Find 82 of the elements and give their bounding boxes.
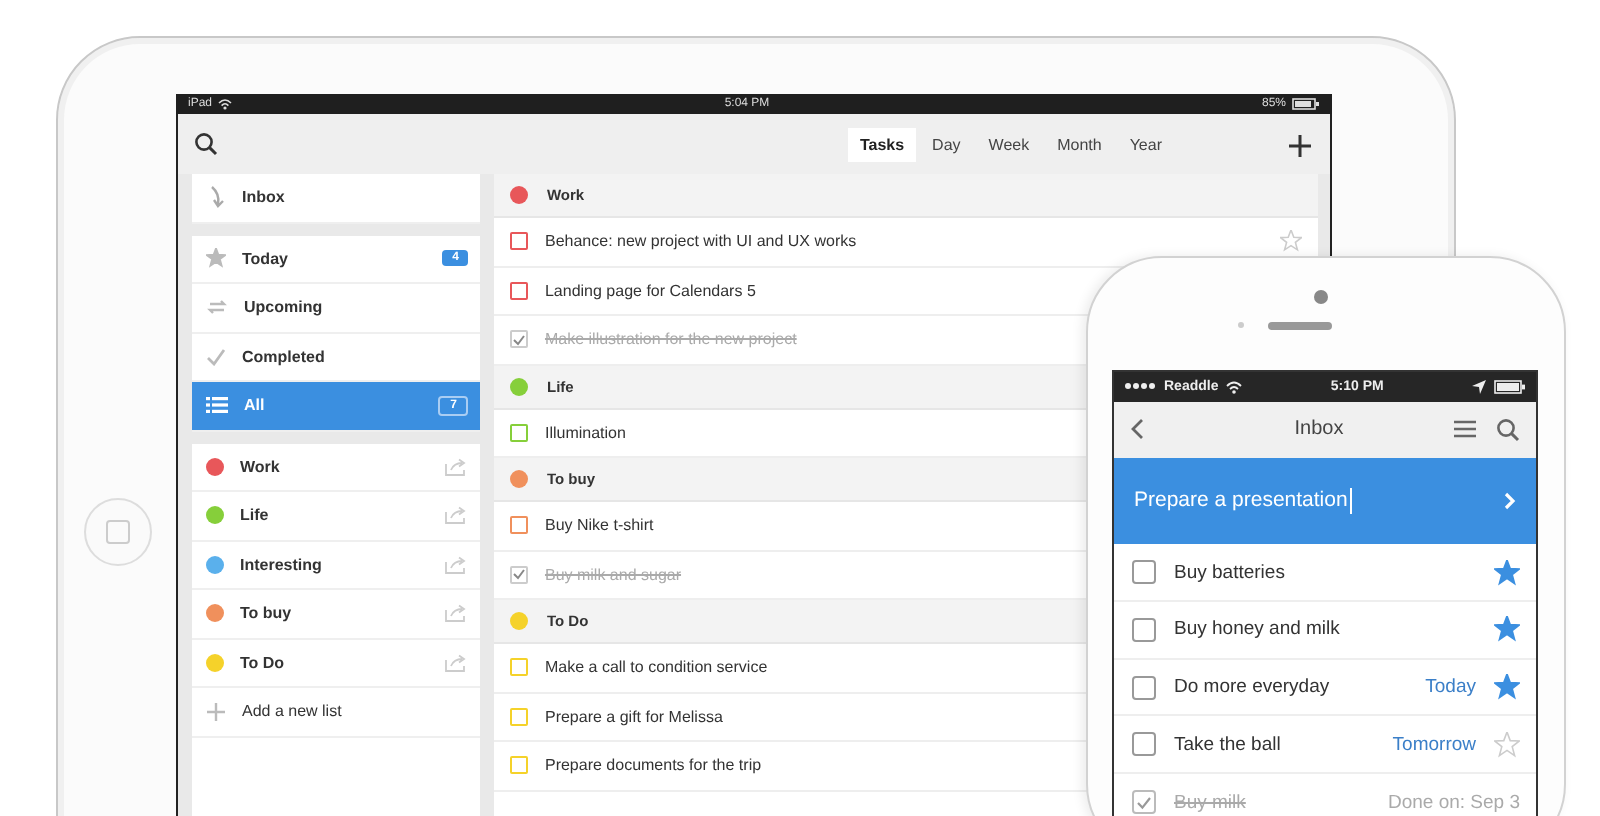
back-icon[interactable] (1130, 418, 1144, 441)
checkbox[interactable] (1132, 732, 1156, 757)
tick-icon (512, 568, 527, 581)
view-tab[interactable]: Year (1117, 127, 1174, 161)
share-icon[interactable] (444, 604, 469, 623)
task-text: Landing page for Calendars 5 (544, 281, 756, 300)
sensor-dot (1238, 322, 1244, 328)
list-name: Life (240, 506, 271, 525)
star-icon[interactable] (1494, 674, 1520, 701)
checkbox[interactable] (1132, 675, 1156, 700)
list-item[interactable]: Interesting (192, 541, 481, 590)
task-text: Illumination (544, 423, 626, 442)
add-icon[interactable] (1288, 134, 1312, 158)
checkbox[interactable] (510, 423, 529, 442)
view-tab[interactable]: Week (976, 127, 1042, 161)
task-text: Take the ball (1174, 733, 1283, 756)
list-icon (206, 396, 228, 415)
list-item[interactable]: Work (192, 443, 481, 492)
search-icon[interactable] (194, 132, 218, 156)
list-name: To Do (240, 653, 287, 672)
checkbox[interactable] (510, 330, 529, 349)
sidebar-item[interactable]: Inbox (192, 174, 481, 223)
share-icon[interactable] (444, 506, 469, 525)
list-name: To buy (240, 604, 294, 623)
battery-icon (1292, 98, 1320, 110)
checkbox[interactable] (510, 516, 529, 535)
tick-icon (512, 333, 527, 346)
task-text: Prepare documents for the trip (544, 756, 762, 775)
star-icon (206, 248, 226, 269)
wifi-icon (1226, 379, 1243, 394)
search-icon[interactable] (1496, 417, 1520, 442)
view-tab[interactable]: Month (1045, 127, 1114, 161)
task-text: Buy Nike t-shirt (544, 516, 654, 535)
completion-date: Done on: Sep 3 (1387, 791, 1520, 814)
share-icon[interactable] (444, 457, 469, 476)
task-text: Buy honey and milk (1174, 618, 1342, 641)
checkbox[interactable] (510, 281, 529, 300)
task-text: Prepare a gift for Melissa (544, 707, 723, 726)
speaker-slot (1268, 322, 1332, 330)
location-icon (1472, 379, 1486, 394)
list-item[interactable]: Life (192, 492, 481, 541)
due-date: Tomorrow (1392, 733, 1476, 756)
checkbox[interactable] (510, 232, 529, 251)
list-item[interactable]: To Do (192, 639, 481, 688)
task-text: Buy batteries (1174, 561, 1287, 584)
task-text: Make illustration for the new project (544, 330, 797, 349)
battery-icon (1494, 379, 1526, 394)
inbox-arrow-icon (206, 186, 226, 209)
share-icon[interactable] (444, 555, 469, 574)
tick-icon (1136, 795, 1152, 810)
menu-icon[interactable] (1454, 420, 1476, 439)
checkbox[interactable] (510, 565, 529, 584)
task-text: Buy milk and sugar (544, 565, 682, 584)
view-tab[interactable]: Day (920, 127, 973, 161)
signal-icon (1124, 382, 1156, 391)
star-icon[interactable] (1494, 731, 1520, 758)
star-icon[interactable] (1280, 230, 1302, 253)
view-tab[interactable]: Tasks (847, 127, 917, 161)
add-list-button[interactable]: Add a new list (192, 688, 481, 737)
home-button[interactable] (84, 498, 152, 566)
plus-icon (206, 701, 226, 722)
star-icon[interactable] (1494, 616, 1520, 643)
checkmark-icon (206, 347, 226, 366)
repeat-icon (206, 298, 228, 317)
task-text: Buy milk (1174, 791, 1248, 814)
sidebar-item[interactable]: Upcoming (192, 284, 481, 333)
list-name: Interesting (240, 555, 324, 574)
due-date: Today (1425, 676, 1476, 699)
task-text: Do more everyday (1174, 676, 1332, 699)
checkbox[interactable] (1132, 560, 1156, 585)
task-text: Behance: new project with UI and UX works (544, 232, 857, 251)
camera-dot (1314, 290, 1328, 304)
star-icon[interactable] (1494, 559, 1520, 586)
chevron-right-icon[interactable] (1504, 491, 1516, 510)
screen-title: Inbox (1292, 418, 1346, 441)
checkbox[interactable] (1132, 790, 1156, 815)
task-text: Make a call to condition service (544, 658, 768, 677)
list-name: Work (240, 457, 282, 476)
wifi-icon (218, 98, 233, 110)
list-item[interactable]: To buy (192, 590, 481, 639)
share-icon[interactable] (444, 653, 469, 672)
checkbox[interactable] (1132, 617, 1156, 642)
